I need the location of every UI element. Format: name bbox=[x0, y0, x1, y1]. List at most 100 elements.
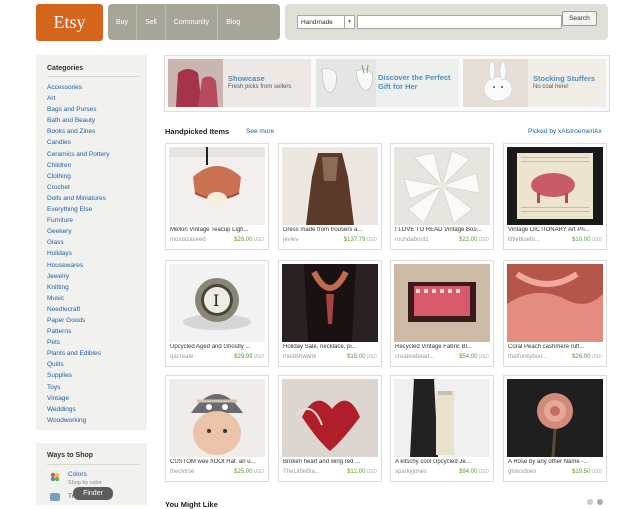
featured-gift-for-her[interactable]: Discover the Perfect Gift for Her bbox=[316, 59, 459, 107]
item-shop[interactable]: TheLittleBla... bbox=[283, 469, 320, 475]
see-more-link[interactable]: See more bbox=[246, 128, 274, 135]
item-title[interactable]: A kitschy cool Upcycled Je... bbox=[395, 459, 491, 465]
item-image[interactable] bbox=[282, 379, 378, 457]
category-link[interactable]: Holidays bbox=[47, 248, 110, 259]
item-image[interactable] bbox=[394, 379, 490, 457]
nav-sell[interactable]: Sell bbox=[137, 4, 166, 40]
featured-showcase[interactable]: Showcase Fresh picks from sellers bbox=[168, 59, 311, 107]
item-card[interactable]: Broken heart and wing red ... TheLittleBl… bbox=[278, 375, 382, 482]
item-shop[interactable]: mostazaseed bbox=[170, 237, 206, 243]
item-shop[interactable]: sparkyjones bbox=[395, 469, 427, 475]
item-shop[interactable]: glowsdoes bbox=[508, 469, 536, 475]
category-link[interactable]: Geekery bbox=[47, 226, 110, 237]
category-link[interactable]: Furniture bbox=[47, 215, 110, 226]
featured-title: Showcase bbox=[228, 74, 265, 83]
category-link[interactable]: Music bbox=[47, 293, 110, 304]
item-title[interactable]: Holiday Sale, necklace, pi... bbox=[283, 344, 379, 350]
category-link[interactable]: Ceramics and Pottery bbox=[47, 149, 110, 160]
item-card[interactable]: Vintage DICTIONARY Art Pri... littleblueb… bbox=[503, 143, 607, 250]
category-link[interactable]: Pets bbox=[47, 337, 110, 348]
category-link[interactable]: Needlecraft bbox=[47, 304, 110, 315]
category-link[interactable]: Books and Zines bbox=[47, 126, 110, 137]
category-link[interactable]: Plants and Edibles bbox=[47, 348, 110, 359]
item-title[interactable]: Vintage DICTIONARY Art Pri... bbox=[508, 227, 604, 233]
category-link[interactable]: Bath and Beauty bbox=[47, 115, 110, 126]
item-card[interactable]: Coral Peach cashmere ruff... thatfunkybou… bbox=[503, 260, 607, 367]
item-image[interactable] bbox=[394, 264, 490, 342]
item-shop[interactable]: littlebluebi... bbox=[508, 237, 540, 243]
item-card[interactable]: I Upcycled Aged and Ghostly ... qacreate $2… bbox=[165, 260, 269, 367]
search-input[interactable] bbox=[357, 15, 562, 29]
category-link[interactable]: Quilts bbox=[47, 359, 110, 370]
item-image[interactable] bbox=[507, 147, 603, 225]
category-link[interactable]: Glass bbox=[47, 237, 110, 248]
item-card[interactable]: CUSTOM wee hOOt Hat. an u... thecktrse $25… bbox=[165, 375, 269, 482]
nav-blog[interactable]: Blog bbox=[218, 4, 248, 40]
category-link[interactable]: Accessories bbox=[47, 82, 110, 93]
item-image[interactable] bbox=[507, 264, 603, 342]
item-image[interactable] bbox=[282, 147, 378, 225]
item-price: $54.00USD bbox=[459, 354, 489, 360]
category-link[interactable]: Patterns bbox=[47, 326, 110, 337]
item-title[interactable]: I LOVE TO READ Vintage Boo... bbox=[395, 227, 491, 233]
item-image[interactable] bbox=[282, 264, 378, 342]
item-card[interactable]: Dress made from trousers a... jeviev $137.… bbox=[278, 143, 382, 250]
category-link[interactable]: Clothing bbox=[47, 171, 110, 182]
etsy-logo[interactable]: Etsy bbox=[36, 4, 103, 41]
ways-colors-sub: Shop by color bbox=[68, 480, 102, 486]
category-link[interactable]: Toys bbox=[47, 382, 110, 393]
carousel-dots[interactable] bbox=[586, 498, 608, 505]
nav-buy[interactable]: Buy bbox=[108, 4, 138, 40]
search-button[interactable]: Search bbox=[562, 11, 597, 26]
item-title[interactable]: Upcycled Aged and Ghostly ... bbox=[170, 344, 266, 350]
item-card[interactable]: Recycled Vintage Fabric Bl... creativebea… bbox=[390, 260, 494, 367]
ways-colors-link[interactable]: Colors bbox=[68, 471, 87, 478]
item-card[interactable]: Mellon Vintage Teacup Ligh... mostazaseed… bbox=[165, 143, 269, 250]
item-image[interactable] bbox=[169, 379, 265, 457]
item-card[interactable]: A Rose by any other Name -... glowsdoes $1… bbox=[503, 375, 607, 482]
item-image[interactable] bbox=[394, 147, 490, 225]
item-shop[interactable]: jeviev bbox=[283, 237, 298, 243]
category-link[interactable]: Paper Goods bbox=[47, 315, 110, 326]
category-link[interactable]: Everything Else bbox=[47, 204, 110, 215]
featured-stocking-stuffers[interactable]: Stocking Stuffers No coal here! bbox=[463, 59, 606, 107]
category-link[interactable]: Knitting bbox=[47, 282, 110, 293]
search-category-select[interactable]: Handmade ▼ bbox=[297, 15, 355, 29]
item-title[interactable]: CUSTOM wee hOOt Hat. an u... bbox=[170, 459, 266, 465]
category-link[interactable]: Candles bbox=[47, 137, 110, 148]
sidebar-categories: Categories Accessories Art Bags and Purses… bbox=[36, 55, 147, 430]
item-title[interactable]: Coral Peach cashmere ruff... bbox=[508, 344, 604, 350]
category-link[interactable]: Housewares bbox=[47, 260, 110, 271]
category-link[interactable]: Jewelry bbox=[47, 271, 110, 282]
item-title[interactable]: Recycled Vintage Fabric Bl... bbox=[395, 344, 491, 350]
category-link[interactable]: Children bbox=[47, 160, 110, 171]
category-link[interactable]: Bags and Purses bbox=[47, 104, 110, 115]
nav-community[interactable]: Community bbox=[166, 4, 219, 40]
item-image[interactable] bbox=[169, 147, 265, 225]
category-link[interactable]: Dolls and Miniatures bbox=[47, 193, 110, 204]
item-shop[interactable]: qacreate bbox=[170, 354, 193, 360]
item-title[interactable]: Mellon Vintage Teacup Ligh... bbox=[170, 227, 266, 233]
item-shop[interactable]: modishwank bbox=[283, 354, 316, 360]
category-link[interactable]: Woodworking bbox=[47, 415, 110, 426]
item-shop[interactable]: thatfunkybou... bbox=[508, 354, 547, 360]
category-link[interactable]: Crochet bbox=[47, 182, 110, 193]
item-image[interactable] bbox=[507, 379, 603, 457]
item-image[interactable]: I bbox=[169, 264, 265, 342]
category-link[interactable]: Weddings bbox=[47, 404, 110, 415]
category-link[interactable]: Supplies bbox=[47, 370, 110, 381]
item-card[interactable]: I LOVE TO READ Vintage Boo... roundabout1… bbox=[390, 143, 494, 250]
featured-subtitle: Fresh picks from sellers bbox=[228, 84, 292, 90]
category-link[interactable]: Vintage bbox=[47, 393, 110, 404]
picked-by-link[interactable]: Picked by xAlstroemeriAx bbox=[528, 128, 602, 135]
item-shop[interactable]: roundabout1 bbox=[395, 237, 429, 243]
item-title[interactable]: A Rose by any other Name -... bbox=[508, 459, 604, 465]
item-shop[interactable]: creativebead... bbox=[395, 354, 434, 360]
featured-subtitle: No coal here! bbox=[533, 84, 569, 90]
item-title[interactable]: Broken heart and wing red ... bbox=[283, 459, 379, 465]
item-shop[interactable]: thecktrse bbox=[170, 469, 194, 475]
item-card[interactable]: A kitschy cool Upcycled Je... sparkyjones… bbox=[390, 375, 494, 482]
item-title[interactable]: Dress made from trousers a... bbox=[283, 227, 379, 233]
item-card[interactable]: Holiday Sale, necklace, pi... modishwank $… bbox=[278, 260, 382, 367]
category-link[interactable]: Art bbox=[47, 93, 110, 104]
